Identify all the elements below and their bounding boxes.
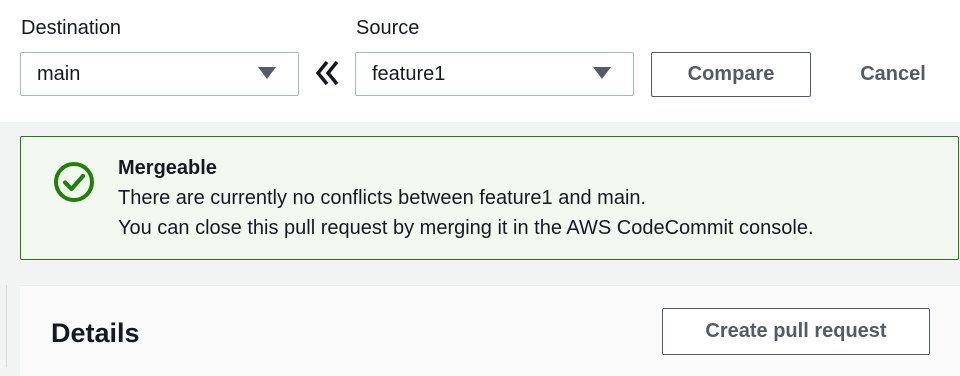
mergeable-alert: Mergeable There are currently no conflic… <box>20 136 959 260</box>
check-circle-icon <box>54 162 94 202</box>
destination-select[interactable]: main <box>20 52 299 96</box>
alert-title: Mergeable <box>118 157 217 179</box>
caret-down-icon <box>258 67 276 79</box>
alert-message-line-2: You can close this pull request by mergi… <box>118 217 814 239</box>
divider <box>6 285 7 367</box>
details-panel: Details Create pull request <box>20 285 960 376</box>
source-select[interactable]: feature1 <box>355 52 634 96</box>
details-heading: Details <box>51 318 140 348</box>
branch-compare-bar: Destination main Source feature1 Compare… <box>0 0 960 122</box>
source-label: Source <box>356 17 420 39</box>
source-value: feature1 <box>372 62 446 85</box>
compare-button[interactable]: Compare <box>651 52 811 97</box>
caret-down-icon <box>593 67 611 79</box>
cancel-button[interactable]: Cancel <box>846 52 940 97</box>
double-chevron-left-icon <box>315 60 339 86</box>
destination-value: main <box>37 62 81 85</box>
destination-label: Destination <box>21 17 122 39</box>
create-pull-request-button[interactable]: Create pull request <box>662 308 930 355</box>
alert-message-line-1: There are currently no conflicts between… <box>118 187 647 209</box>
